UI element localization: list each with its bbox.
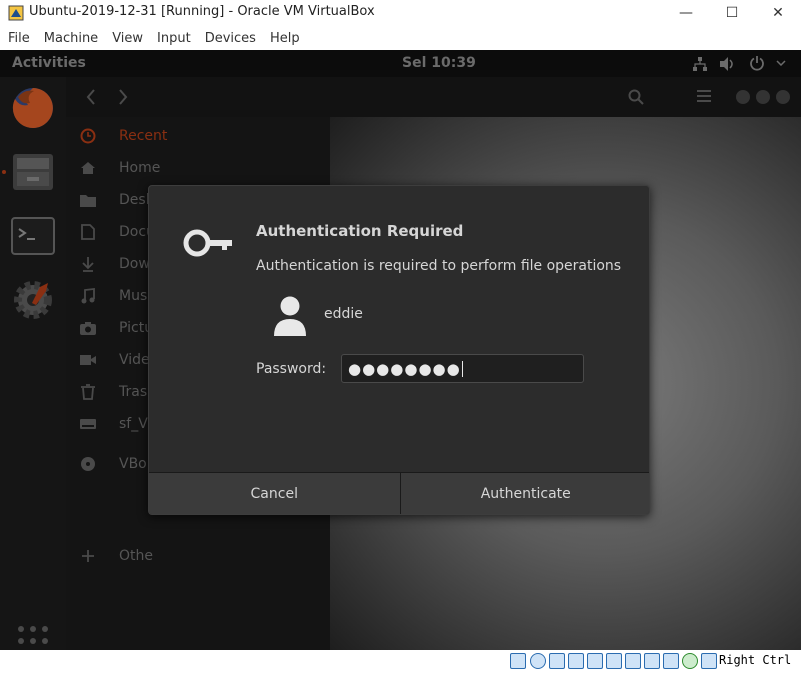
sidebar-item-videos[interactable]: Vide bbox=[78, 348, 150, 372]
maximize-button[interactable]: ☐ bbox=[709, 0, 755, 26]
cancel-button[interactable]: Cancel bbox=[149, 473, 400, 514]
terminal-launcher[interactable] bbox=[8, 211, 58, 261]
vt-x-icon[interactable] bbox=[663, 653, 679, 669]
text-caret bbox=[461, 360, 463, 377]
sidebar-item-label: Tras bbox=[119, 384, 148, 400]
menu-machine[interactable]: Machine bbox=[37, 31, 105, 46]
sidebar-item-label: Vide bbox=[119, 352, 150, 368]
terminal-icon bbox=[11, 217, 55, 255]
gnome-topbar: Activities Sel 10:39 bbox=[0, 50, 801, 77]
power-icon[interactable] bbox=[749, 55, 765, 71]
password-value: ●●●●●●●● bbox=[348, 359, 461, 378]
minimize-button[interactable]: — bbox=[663, 0, 709, 26]
dialog-message: Authentication is required to perform fi… bbox=[256, 258, 622, 274]
sidebar-item-label: Musi bbox=[119, 288, 152, 304]
maximize-window-icon[interactable] bbox=[756, 90, 770, 104]
file-cabinet-icon bbox=[13, 154, 53, 190]
firefox-icon bbox=[12, 88, 53, 128]
show-applications-icon[interactable] bbox=[17, 625, 49, 650]
drive-icon bbox=[78, 414, 98, 434]
network-icon[interactable] bbox=[692, 56, 708, 72]
optical-drive-icon[interactable] bbox=[530, 653, 546, 669]
clock[interactable]: Sel 10:39 bbox=[402, 55, 476, 71]
trash-icon bbox=[78, 382, 98, 402]
menu-view[interactable]: View bbox=[105, 31, 150, 46]
sidebar-item-label: Othe bbox=[119, 548, 153, 564]
running-indicator bbox=[2, 170, 6, 174]
minimize-window-icon[interactable] bbox=[736, 90, 750, 104]
network-adapter-icon[interactable] bbox=[568, 653, 584, 669]
dock bbox=[0, 77, 66, 650]
sidebar-item-shared-folder[interactable]: sf_V bbox=[78, 412, 148, 436]
video-capture-icon[interactable] bbox=[644, 653, 660, 669]
vbox-statusbar bbox=[0, 650, 801, 673]
audio-icon[interactable] bbox=[549, 653, 565, 669]
plus-icon bbox=[78, 546, 98, 566]
folder-icon bbox=[78, 190, 98, 210]
sidebar-item-label: Recent bbox=[119, 128, 168, 144]
dialog-title: Authentication Required bbox=[256, 222, 464, 240]
sidebar-item-pictures[interactable]: Pictu bbox=[78, 316, 153, 340]
sidebar-item-music[interactable]: Musi bbox=[78, 284, 151, 308]
hard-disk-icon[interactable] bbox=[510, 653, 526, 669]
files-headerbar bbox=[66, 77, 801, 117]
chevron-down-icon[interactable] bbox=[776, 60, 786, 66]
download-icon bbox=[78, 254, 98, 274]
disc-icon bbox=[78, 454, 98, 474]
sidebar-item-label: Dow bbox=[119, 256, 150, 272]
dialog-button-row: Cancel Authenticate bbox=[149, 472, 649, 514]
music-icon bbox=[78, 286, 98, 306]
shared-folders-icon[interactable] bbox=[606, 653, 622, 669]
user-avatar-icon bbox=[274, 296, 306, 336]
close-window-icon[interactable] bbox=[776, 90, 790, 104]
home-icon bbox=[78, 158, 98, 178]
authenticate-button[interactable]: Authenticate bbox=[399, 473, 649, 514]
sidebar-item-label: sf_V bbox=[119, 416, 148, 432]
window-title: Ubuntu-2019-12-31 [Running] - Oracle VM … bbox=[29, 4, 375, 19]
camera-icon bbox=[78, 318, 98, 338]
display-icon[interactable] bbox=[625, 653, 641, 669]
sidebar-item-documents[interactable]: Docu bbox=[78, 220, 155, 244]
menu-devices[interactable]: Devices bbox=[198, 31, 263, 46]
document-icon bbox=[78, 222, 98, 242]
host-key-label: Right Ctrl bbox=[719, 653, 792, 667]
key-icon bbox=[183, 229, 232, 257]
video-icon bbox=[78, 350, 98, 370]
clock-icon bbox=[78, 126, 98, 146]
password-label: Password: bbox=[256, 361, 327, 377]
sidebar-item-desktop[interactable]: Desk bbox=[78, 188, 154, 212]
firefox-launcher[interactable] bbox=[8, 83, 58, 133]
files-launcher[interactable] bbox=[8, 147, 58, 197]
settings-launcher[interactable] bbox=[8, 275, 58, 325]
sidebar-item-label: VBo bbox=[119, 456, 147, 472]
menu-file[interactable]: File bbox=[1, 31, 37, 46]
mouse-integration-icon[interactable] bbox=[682, 653, 698, 669]
sidebar-item-home[interactable]: Home bbox=[78, 156, 160, 180]
activities-button[interactable]: Activities bbox=[12, 55, 86, 71]
sidebar-item-vbox-cd[interactable]: VBo bbox=[78, 452, 147, 476]
window-titlebar: Ubuntu-2019-12-31 [Running] - Oracle VM … bbox=[0, 0, 801, 26]
usb-icon[interactable] bbox=[587, 653, 603, 669]
settings-gear-icon bbox=[14, 281, 52, 319]
keyboard-capture-icon[interactable] bbox=[701, 653, 717, 669]
menubar: File Machine View Input Devices Help bbox=[0, 27, 801, 50]
back-icon[interactable] bbox=[86, 89, 96, 105]
volume-icon[interactable] bbox=[719, 56, 737, 72]
username-label: eddie bbox=[324, 306, 363, 322]
sidebar-item-recent[interactable]: Recent bbox=[78, 124, 167, 148]
sidebar-item-label: Home bbox=[119, 160, 161, 176]
sidebar-item-trash[interactable]: Tras bbox=[78, 380, 147, 404]
close-button[interactable]: ✕ bbox=[755, 0, 801, 26]
sidebar-item-downloads[interactable]: Dow bbox=[78, 252, 150, 276]
authentication-dialog: Authentication Required Authentication i… bbox=[148, 185, 650, 515]
password-field[interactable]: ●●●●●●●● bbox=[341, 354, 584, 383]
menu-icon[interactable] bbox=[697, 90, 711, 102]
sidebar-item-other-locations[interactable]: Othe bbox=[78, 544, 153, 568]
menu-help[interactable]: Help bbox=[263, 31, 307, 46]
menu-input[interactable]: Input bbox=[150, 31, 198, 46]
virtualbox-icon bbox=[8, 5, 24, 21]
search-icon[interactable] bbox=[628, 89, 644, 105]
forward-icon[interactable] bbox=[118, 89, 128, 105]
